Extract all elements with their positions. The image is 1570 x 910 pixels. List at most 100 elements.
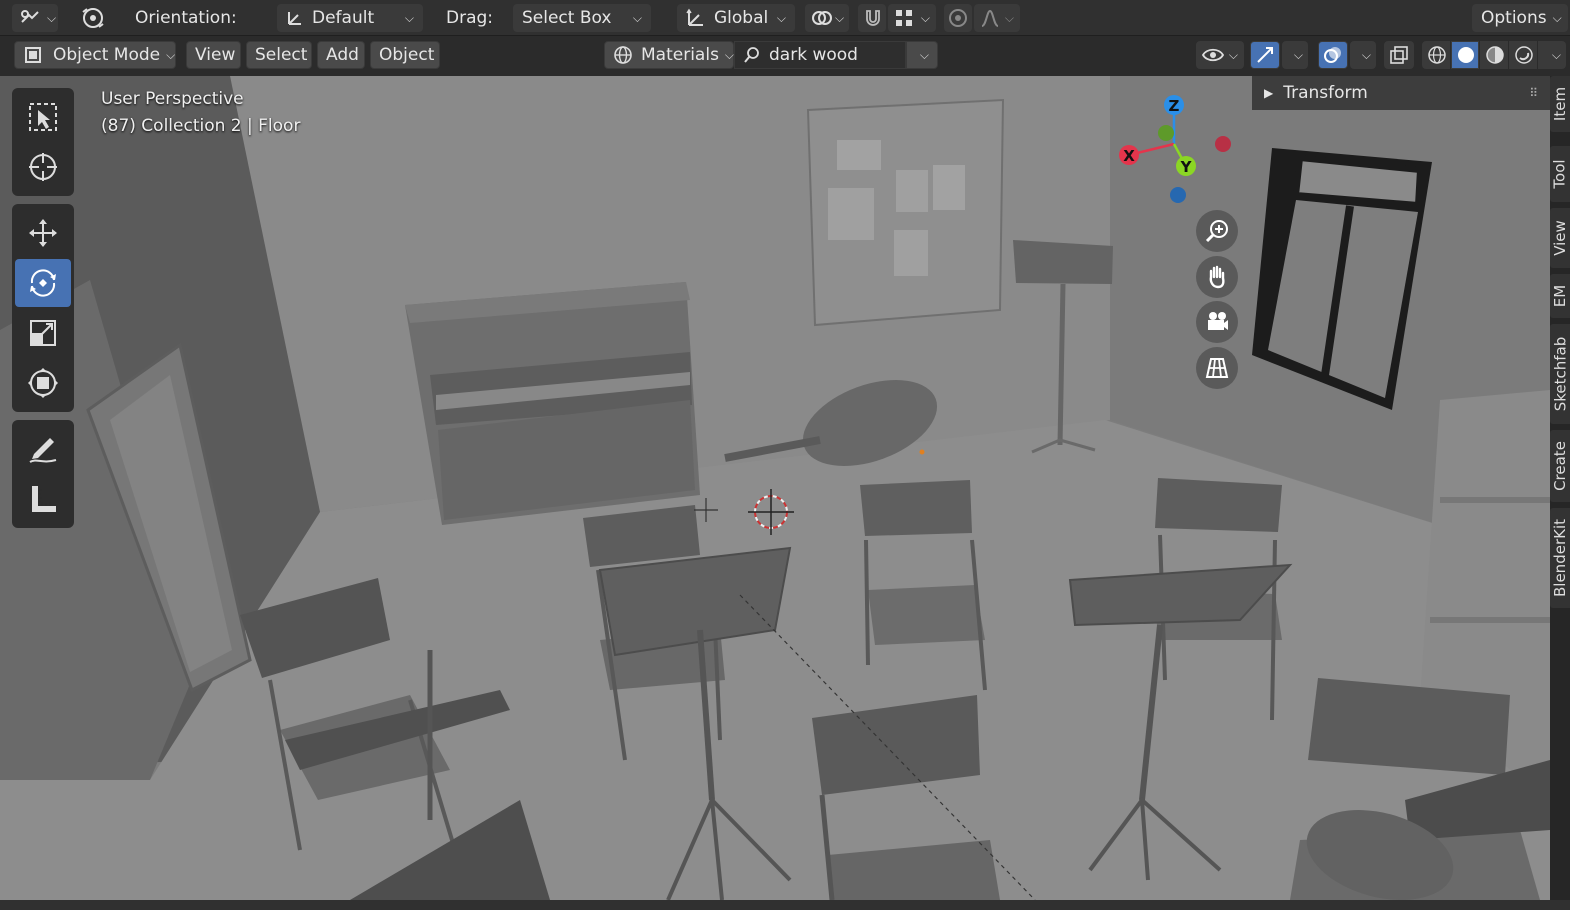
scale-icon <box>26 316 60 350</box>
tab-item[interactable]: Item <box>1550 76 1570 132</box>
tool-measure[interactable] <box>15 475 71 523</box>
pan-button[interactable] <box>1196 256 1238 298</box>
tool-transform[interactable] <box>15 359 71 407</box>
zoom-magnifier-icon <box>1204 218 1230 244</box>
rendered-sphere-icon <box>1514 45 1534 65</box>
gizmo-x-label: X <box>1123 147 1135 165</box>
drag-handle-icon[interactable]: ⠿ <box>1529 86 1538 100</box>
search-icon <box>743 46 761 64</box>
gizmo-dropdown[interactable]: ⌵ <box>1282 41 1308 69</box>
tool-scale[interactable] <box>15 309 71 357</box>
gizmo-neg-y[interactable] <box>1158 125 1174 141</box>
options-dropdown[interactable]: Options ⌵ <box>1472 4 1568 32</box>
menu-view[interactable]: View <box>186 41 241 69</box>
editor-type-button[interactable]: ⌵ <box>12 4 58 32</box>
tab-em[interactable]: EM <box>1550 274 1570 318</box>
view-name: User Perspective <box>101 89 244 109</box>
proportional-editing-toggle[interactable] <box>944 4 972 32</box>
tab-item-label: Item <box>1551 86 1569 122</box>
overlays-icon <box>1323 45 1343 65</box>
camera-icon <box>1204 309 1230 335</box>
search-dropdown-toggle[interactable]: ⌵ <box>906 41 938 69</box>
tab-view[interactable]: View <box>1550 208 1570 268</box>
tool-group-annotate <box>12 420 74 528</box>
gizmo-icon <box>1255 45 1275 65</box>
chevron-down-icon: ⌵ <box>166 47 176 62</box>
gizmo-y-label: Y <box>1180 158 1193 176</box>
menu-object[interactable]: Object <box>370 41 440 69</box>
solid-sphere-icon <box>1456 45 1476 65</box>
select-box-icon <box>26 100 60 134</box>
tab-view-label: View <box>1551 220 1570 256</box>
tab-em-label: EM <box>1551 284 1570 308</box>
snap-toggle[interactable] <box>858 4 886 32</box>
shading-solid[interactable] <box>1451 41 1479 69</box>
tool-move[interactable] <box>15 209 71 257</box>
tab-create[interactable]: Create <box>1550 430 1570 502</box>
chevron-down-icon: ⌵ <box>920 10 930 25</box>
transform-panel-header[interactable]: ▶ Transform ⠿ <box>1252 76 1550 110</box>
shading-wireframe[interactable] <box>1422 41 1450 69</box>
mode-label: Object Mode <box>53 45 161 65</box>
tool-group-select <box>12 88 74 196</box>
shading-material[interactable] <box>1480 41 1508 69</box>
perspective-toggle-button[interactable] <box>1196 347 1238 389</box>
shading-dropdown[interactable]: ⌵ <box>1538 41 1566 69</box>
tool-annotate[interactable] <box>15 425 71 473</box>
editor-type-icon <box>19 8 41 28</box>
overlays-dropdown[interactable]: ⌵ <box>1350 41 1376 69</box>
tool-rotate[interactable] <box>15 259 71 307</box>
collection-info: (87) Collection 2 | Floor <box>101 116 301 136</box>
pivot-icon <box>811 8 833 28</box>
menu-add[interactable]: Add <box>317 41 365 69</box>
tab-create-label: Create <box>1551 441 1569 491</box>
chevron-down-icon: ⌵ <box>835 10 845 25</box>
tool-select-box[interactable] <box>15 93 71 141</box>
snap-grid-icon <box>894 8 914 28</box>
chevron-down-icon: ⌵ <box>1361 47 1371 62</box>
transform-pivot-icon[interactable] <box>76 4 110 32</box>
tab-tool[interactable]: Tool <box>1550 146 1570 202</box>
navigation-gizmo[interactable]: Z X Y <box>1110 92 1250 212</box>
cursor-icon <box>26 150 60 184</box>
tool-shelf <box>12 88 74 536</box>
transform-icon <box>26 366 60 400</box>
chevron-down-icon: ⌵ <box>919 47 929 62</box>
chevron-down-icon: ⌵ <box>1228 47 1238 62</box>
chevron-down-icon: ⌵ <box>1552 10 1562 25</box>
hand-icon <box>1204 264 1230 290</box>
drag-dropdown[interactable]: Select Box ⌵ <box>513 4 651 32</box>
transform-space-value: Global <box>714 8 769 28</box>
3d-viewport[interactable] <box>0 76 1550 900</box>
falloff-dropdown[interactable]: ⌵ <box>974 4 1020 32</box>
material-search-field[interactable]: dark wood <box>734 41 906 69</box>
shading-rendered[interactable] <box>1509 41 1537 69</box>
material-sphere-icon <box>1485 45 1505 65</box>
zoom-button[interactable] <box>1196 210 1238 252</box>
grid-perspective-icon <box>1204 355 1230 381</box>
gizmo-neg-x[interactable] <box>1215 136 1231 152</box>
transform-label: Transform <box>1283 83 1368 103</box>
orientation-icon <box>286 9 304 27</box>
wireframe-sphere-icon <box>1427 45 1447 65</box>
tab-blenderkit[interactable]: BlenderKit <box>1550 508 1570 608</box>
chevron-down-icon: ⌵ <box>776 10 786 25</box>
transform-orientation-dropdown[interactable]: Global ⌵ <box>677 4 795 32</box>
xray-toggle[interactable] <box>1384 41 1414 69</box>
mode-dropdown[interactable]: Object Mode ⌵ <box>14 41 176 69</box>
visibility-dropdown[interactable]: ⌵ <box>1196 41 1244 69</box>
tool-group-transform <box>12 204 74 412</box>
pivot-point-dropdown[interactable]: ⌵ <box>805 4 849 32</box>
menu-select[interactable]: Select <box>246 41 312 69</box>
snap-target-dropdown[interactable]: ⌵ <box>888 4 936 32</box>
drag-label: Drag: <box>446 8 494 28</box>
gizmo-toggle[interactable] <box>1250 41 1280 69</box>
overlays-toggle[interactable] <box>1318 41 1348 69</box>
annotate-pencil-icon <box>26 432 60 466</box>
gizmo-neg-z[interactable] <box>1170 187 1186 203</box>
browser-type-dropdown[interactable]: Materials ⌵ <box>604 41 734 69</box>
tool-cursor[interactable] <box>15 143 71 191</box>
tab-sketchfab[interactable]: Sketchfab <box>1550 324 1570 424</box>
orientation-dropdown[interactable]: Default ⌵ <box>277 4 423 32</box>
camera-view-button[interactable] <box>1196 301 1238 343</box>
